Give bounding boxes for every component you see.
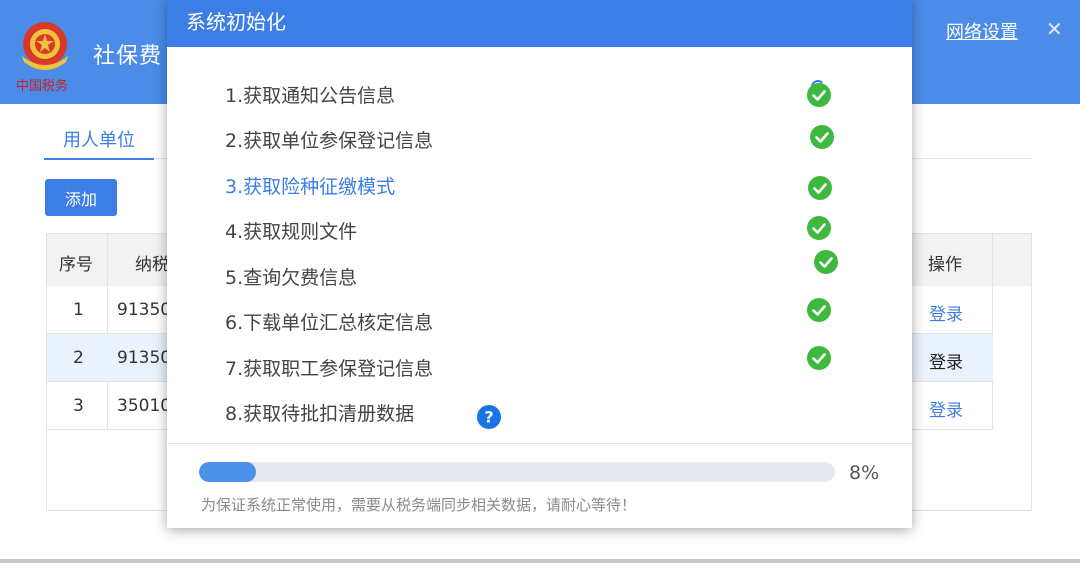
row-index: 3 xyxy=(73,396,84,416)
row-index: 1 xyxy=(73,300,84,320)
login-link[interactable]: 登录 xyxy=(929,396,963,421)
step-2-label: 2.获取单位参保登记信息 xyxy=(225,130,434,152)
window-bottom-border xyxy=(0,559,1080,563)
header-index: 序号 xyxy=(59,255,93,275)
row-taxpayer: 91350 xyxy=(117,300,172,320)
check-circle-icon xyxy=(807,83,831,107)
svg-text:?: ? xyxy=(484,408,493,427)
check-circle-icon xyxy=(807,346,831,370)
dialog-footer-divider xyxy=(167,443,912,444)
app-title: 社保费 xyxy=(93,44,163,69)
row-taxpayer: 35010 xyxy=(117,396,172,416)
init-dialog: 系统初始化 1.获取通知公告信息 2.获取单位参保登记信息 3.获取险种征缴模式… xyxy=(167,0,912,528)
national-emblem-logo: 中国税务 xyxy=(16,22,68,94)
close-icon[interactable]: ✕ xyxy=(1046,17,1063,41)
step-6-label: 6.下载单位汇总核定信息 xyxy=(225,312,434,334)
dialog-title: 系统初始化 xyxy=(167,0,912,47)
header-taxpayer: 纳税 xyxy=(135,255,169,275)
login-link[interactable]: 登录 xyxy=(929,348,963,373)
check-circle-icon xyxy=(808,176,832,200)
row-taxpayer: 91350 xyxy=(117,348,172,368)
progress-percent: 8% xyxy=(849,462,880,484)
add-button[interactable]: 添加 xyxy=(45,179,117,216)
check-circle-icon xyxy=(810,125,834,149)
step-4-label: 4.获取规则文件 xyxy=(225,221,358,243)
progress-bar xyxy=(199,462,835,482)
step-3-label: 3.获取险种征缴模式 xyxy=(225,176,396,198)
progress-fill xyxy=(199,462,257,482)
step-7-label: 7.获取职工参保登记信息 xyxy=(225,358,434,380)
login-link[interactable]: 登录 xyxy=(929,300,963,325)
tab-employer[interactable]: 用人单位 xyxy=(44,126,154,160)
network-settings-link[interactable]: 网络设置 xyxy=(946,18,1018,44)
check-circle-icon xyxy=(807,298,831,322)
sync-hint: 为保证系统正常使用，需要从税务端同步相关数据，请耐心等待！ xyxy=(201,496,637,514)
check-circle-icon xyxy=(807,216,831,240)
step-8-label: 8.获取待批扣清册数据 xyxy=(225,403,415,425)
question-circle-icon: ? xyxy=(477,405,501,429)
row-index: 2 xyxy=(73,348,84,368)
step-1-label: 1.获取通知公告信息 xyxy=(225,85,396,107)
check-circle-icon xyxy=(814,250,838,274)
step-5-label: 5.查询欠费信息 xyxy=(225,267,358,289)
header-action: 操作 xyxy=(928,255,962,275)
svg-text:中国税务: 中国税务 xyxy=(16,78,68,94)
